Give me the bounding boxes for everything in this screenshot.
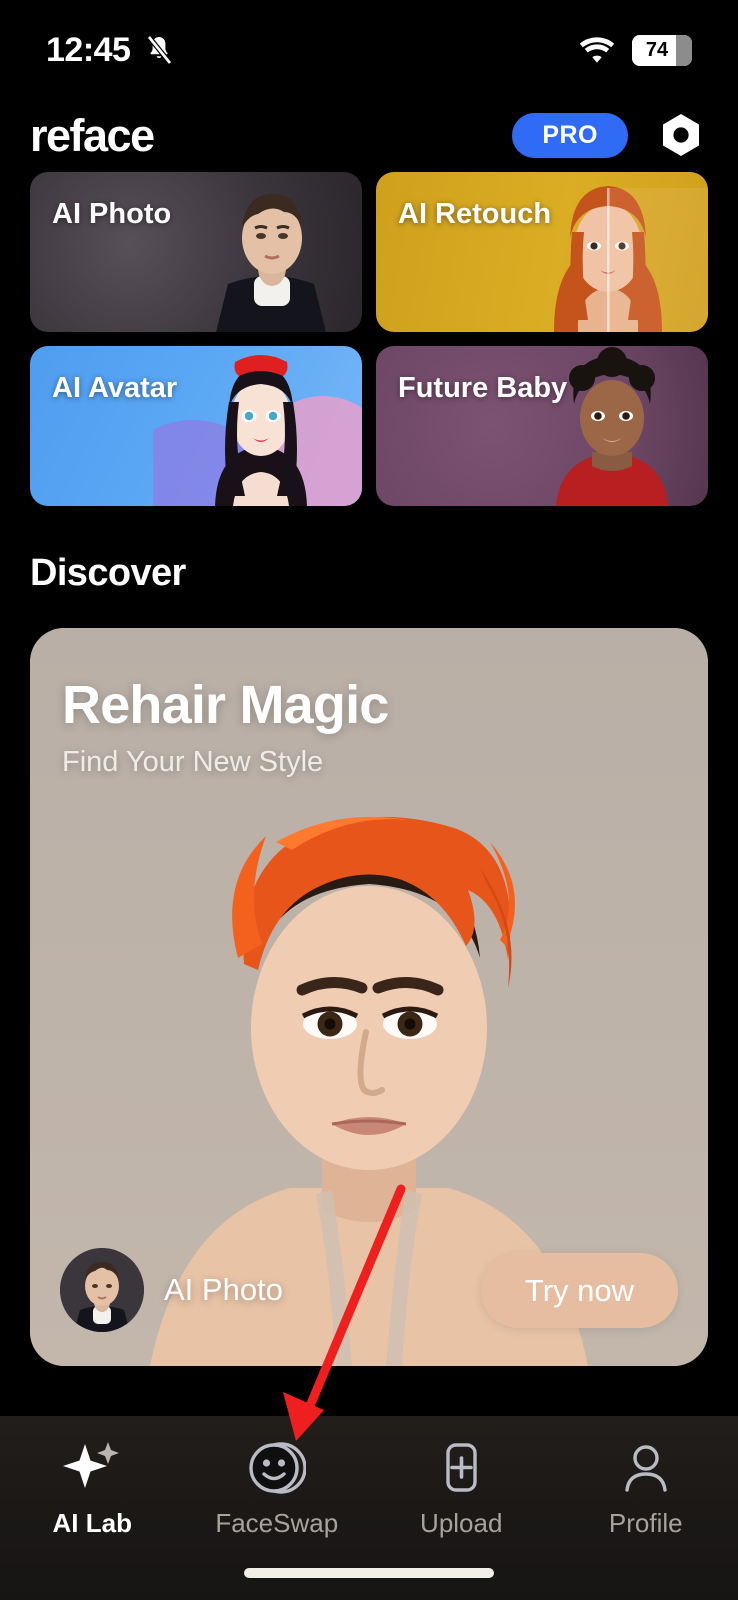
card-ai-avatar[interactable]: AI Avatar	[30, 346, 362, 506]
nav-label: AI Lab	[52, 1508, 132, 1538]
nav-label: Upload	[420, 1508, 503, 1538]
bottom-navigation: AI Lab FaceSwap Upload Profile	[0, 1416, 738, 1600]
header-actions: PRO	[512, 108, 708, 162]
card-ai-retouch[interactable]: AI Retouch	[376, 172, 708, 332]
card-future-baby[interactable]: Future Baby	[376, 346, 708, 506]
nav-item-ai-lab[interactable]: AI Lab	[0, 1440, 185, 1539]
nav-label: FaceSwap	[215, 1508, 339, 1538]
status-bar-right: 74	[578, 34, 692, 66]
featured-title: Rehair Magic	[62, 675, 389, 735]
nav-item-upload[interactable]: Upload	[369, 1440, 554, 1539]
app-logo: reface	[30, 109, 155, 161]
featured-author-name: AI Photo	[164, 1272, 283, 1307]
avatar[interactable]	[60, 1248, 144, 1332]
bell-muted-icon	[144, 34, 174, 66]
card-label: Future Baby	[398, 372, 568, 404]
featured-footer: AI Photo Try now	[30, 1248, 708, 1332]
status-bar-left: 12:45	[46, 31, 174, 70]
battery-indicator: 74	[632, 34, 692, 66]
status-bar: 12:45 74	[0, 0, 738, 100]
status-bar-clock: 12:45	[46, 30, 131, 69]
card-label: AI Avatar	[52, 372, 178, 404]
nav-item-faceswap[interactable]: FaceSwap	[185, 1440, 370, 1539]
app-screen: 12:45 74 reface PRO AI Photo AI Retouch …	[0, 0, 738, 1600]
home-indicator	[244, 1568, 494, 1578]
battery-level: 74	[645, 38, 669, 61]
sparkle-icon	[63, 1440, 121, 1496]
featured-subtitle: Find Your New Style	[62, 746, 324, 778]
hexagon-settings-icon[interactable]	[654, 108, 708, 162]
wifi-icon	[578, 36, 616, 64]
discover-heading: Discover	[30, 552, 186, 594]
smiley-face-icon	[248, 1440, 306, 1496]
feature-cards-grid: AI Photo AI Retouch AI Avatar Future Bab…	[30, 172, 708, 506]
card-label: AI Photo	[52, 198, 172, 230]
featured-card-rehair-magic[interactable]: Rehair Magic Find Your New Style AI Phot…	[30, 628, 708, 1366]
app-header: reface PRO	[0, 100, 738, 170]
plus-square-icon	[432, 1440, 490, 1496]
card-ai-photo[interactable]: AI Photo	[30, 172, 362, 332]
nav-item-profile[interactable]: Profile	[554, 1440, 738, 1539]
person-icon	[617, 1440, 675, 1496]
card-label: AI Retouch	[398, 198, 552, 230]
try-now-button[interactable]: Try now	[480, 1252, 678, 1328]
pro-button[interactable]: PRO	[512, 112, 628, 158]
nav-label: Profile	[608, 1508, 683, 1538]
